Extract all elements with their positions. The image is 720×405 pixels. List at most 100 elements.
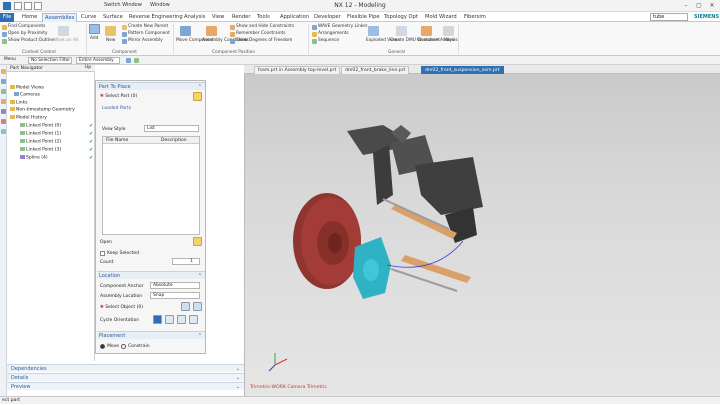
find-components-button[interactable]: Find Components <box>8 24 45 29</box>
brake-caliper[interactable] <box>353 237 391 299</box>
graphics-window[interactable] <box>244 65 720 404</box>
tab-application[interactable]: Application <box>278 13 311 22</box>
align-icon[interactable] <box>189 315 198 324</box>
add-component-icon <box>89 24 100 34</box>
tab-flexible-pipe[interactable]: Flexible Pipe <box>345 13 382 22</box>
selection-scope-dropdown[interactable]: Entire Assembly <box>76 57 120 64</box>
open-part-icon[interactable] <box>193 92 202 101</box>
rotate-icon[interactable] <box>165 315 174 324</box>
dependencies-panel[interactable]: Dependencies ⌄ <box>7 364 244 372</box>
minimize-button[interactable]: – <box>680 1 692 10</box>
select-part-label[interactable]: ✱ Select Part (0) <box>100 94 137 99</box>
selection-filter-dropdown[interactable]: No Selection Filter <box>28 57 72 64</box>
tab-topology-opt[interactable]: Topology Opt <box>382 13 420 22</box>
tree-item-linked-point[interactable]: Linked Point (0) <box>20 123 61 129</box>
part-to-place-section[interactable]: Part To Place ⌃ <box>97 82 205 90</box>
reverse-icon[interactable] <box>153 315 162 324</box>
close-button[interactable]: ✕ <box>706 1 718 10</box>
tab-tools[interactable]: Tools <box>255 13 272 22</box>
tree-item-model-views[interactable]: Model Views <box>10 85 44 91</box>
doc-tab[interactable]: dm02_front_brake_line.prt <box>341 66 410 74</box>
file-name-column[interactable]: File Name <box>106 138 128 143</box>
keep-selected-checkbox[interactable] <box>100 251 105 256</box>
tab-assemblies[interactable]: Assemblies <box>42 13 78 22</box>
sequence-button[interactable]: Sequence <box>318 38 339 43</box>
more-button[interactable]: More <box>444 38 455 43</box>
select-icon[interactable] <box>134 58 139 63</box>
count-stepper[interactable]: 1 <box>172 258 200 265</box>
arrangements-button[interactable]: Arrangements <box>318 31 349 36</box>
tree-item-links[interactable]: Links <box>10 100 28 106</box>
tree-item-linked-point[interactable]: Linked Point (2) <box>20 139 61 145</box>
placement-section[interactable]: Placement ⌃ <box>97 331 205 339</box>
tree-item-model-history[interactable]: Model History <box>10 115 47 121</box>
tab-surface[interactable]: Surface <box>101 13 125 22</box>
tree-item-non-timestamp[interactable]: Non-timestamp Geometry <box>10 107 75 113</box>
csys-icon[interactable] <box>193 302 202 311</box>
maximize-button[interactable]: ▢ <box>693 1 705 10</box>
tab-analysis[interactable]: Analysis <box>182 13 207 22</box>
history-icon[interactable] <box>1 109 6 114</box>
tab-home[interactable]: Home <box>20 13 39 22</box>
tab-view[interactable]: View <box>210 13 226 22</box>
check-icon: ✔ <box>89 147 94 153</box>
part-navigator-icon[interactable] <box>1 89 6 94</box>
tab-developer[interactable]: Developer <box>312 13 343 22</box>
tab-reverse-engineering[interactable]: Reverse Engineering <box>127 13 185 22</box>
open-by-proximity-button[interactable]: Open by Proximity <box>8 31 48 36</box>
new-component-button[interactable]: New <box>106 38 115 43</box>
chevron-up-icon: ⌃ <box>197 273 202 279</box>
select-object-label[interactable]: ✱ Select Object (0) <box>100 305 143 310</box>
work-on-all-button[interactable]: Work on All <box>54 38 78 43</box>
details-panel[interactable]: Details ⌄ <box>7 373 244 381</box>
mirror-assembly-button[interactable]: Mirror Assembly <box>128 38 163 43</box>
roles-icon[interactable] <box>1 119 6 124</box>
description-column[interactable]: Description <box>161 138 187 143</box>
doc-tab[interactable]: fsam.prt in Assembly top-level.prt <box>254 66 341 74</box>
show-degrees-of-freedom-button[interactable]: Show Degrees of Freedom <box>236 38 292 43</box>
tree-item-linked-point[interactable]: Linked Point (1) <box>20 131 61 137</box>
location-section[interactable]: Location ⌃ <box>97 271 205 279</box>
web-browser-icon[interactable] <box>1 129 6 134</box>
pattern-component-button[interactable]: Pattern Component <box>128 31 170 36</box>
assembly-navigator-icon[interactable] <box>1 69 6 74</box>
add-component-button[interactable]: Add <box>90 36 98 41</box>
tab-fibersim[interactable]: Fibersim <box>462 13 488 22</box>
tab-mold-wizard[interactable]: Mold Wizard <box>423 13 459 22</box>
wave-geometry-linker-button[interactable]: WAVE Geometry Linker <box>318 24 368 29</box>
show-hide-constraints-button[interactable]: Show and Hide Constraints <box>236 24 294 29</box>
tree-item-linked-point[interactable]: Linked Point (3) <box>20 147 61 153</box>
tab-render[interactable]: Render <box>230 13 252 22</box>
suspension-frame[interactable] <box>347 125 483 243</box>
view-style-dropdown[interactable]: List <box>144 125 199 132</box>
tree-item-cameras[interactable]: Cameras <box>14 92 40 98</box>
ribbon-divider <box>458 24 459 54</box>
menu-button[interactable]: Menu <box>2 57 24 64</box>
assembly-location-dropdown[interactable]: Snap <box>150 292 200 299</box>
add-component-dialog: Part To Place ⌃ ✱ Select Part (0) Loaded … <box>95 80 206 354</box>
flip-icon[interactable] <box>177 315 186 324</box>
resource-bar <box>0 65 7 404</box>
show-product-outline-icon <box>2 39 7 44</box>
create-new-parent-button[interactable]: Create New Parent <box>128 24 168 29</box>
snap-icon[interactable] <box>126 58 131 63</box>
doc-tab-active[interactable]: dm02_front_suspension_asm.prt <box>421 66 504 74</box>
reuse-library-icon[interactable] <box>1 99 6 104</box>
loaded-parts-list[interactable]: File Name Description <box>102 136 200 235</box>
show-product-outline-button[interactable]: Show Product Outline <box>8 38 54 43</box>
folder-icon[interactable] <box>193 237 202 246</box>
ribbon-divider <box>173 24 174 54</box>
command-search-input[interactable]: tube <box>650 13 688 21</box>
assembly-model-view[interactable] <box>245 65 720 404</box>
tab-curve[interactable]: Curve <box>79 13 98 22</box>
move-radio[interactable] <box>100 344 105 349</box>
constraint-navigator-icon[interactable] <box>1 79 6 84</box>
component-anchor-dropdown[interactable]: Absolute <box>150 282 200 289</box>
preview-panel[interactable]: Preview ⌄ <box>7 382 244 390</box>
constrain-radio[interactable] <box>121 344 126 349</box>
remember-constraints-button[interactable]: Remember Constraints <box>236 31 285 36</box>
point-dialog-icon[interactable] <box>181 302 190 311</box>
tree-item-spline[interactable]: Spline (4) <box>20 155 48 161</box>
tab-file[interactable]: File <box>0 13 14 22</box>
brake-rotor[interactable] <box>293 193 361 289</box>
